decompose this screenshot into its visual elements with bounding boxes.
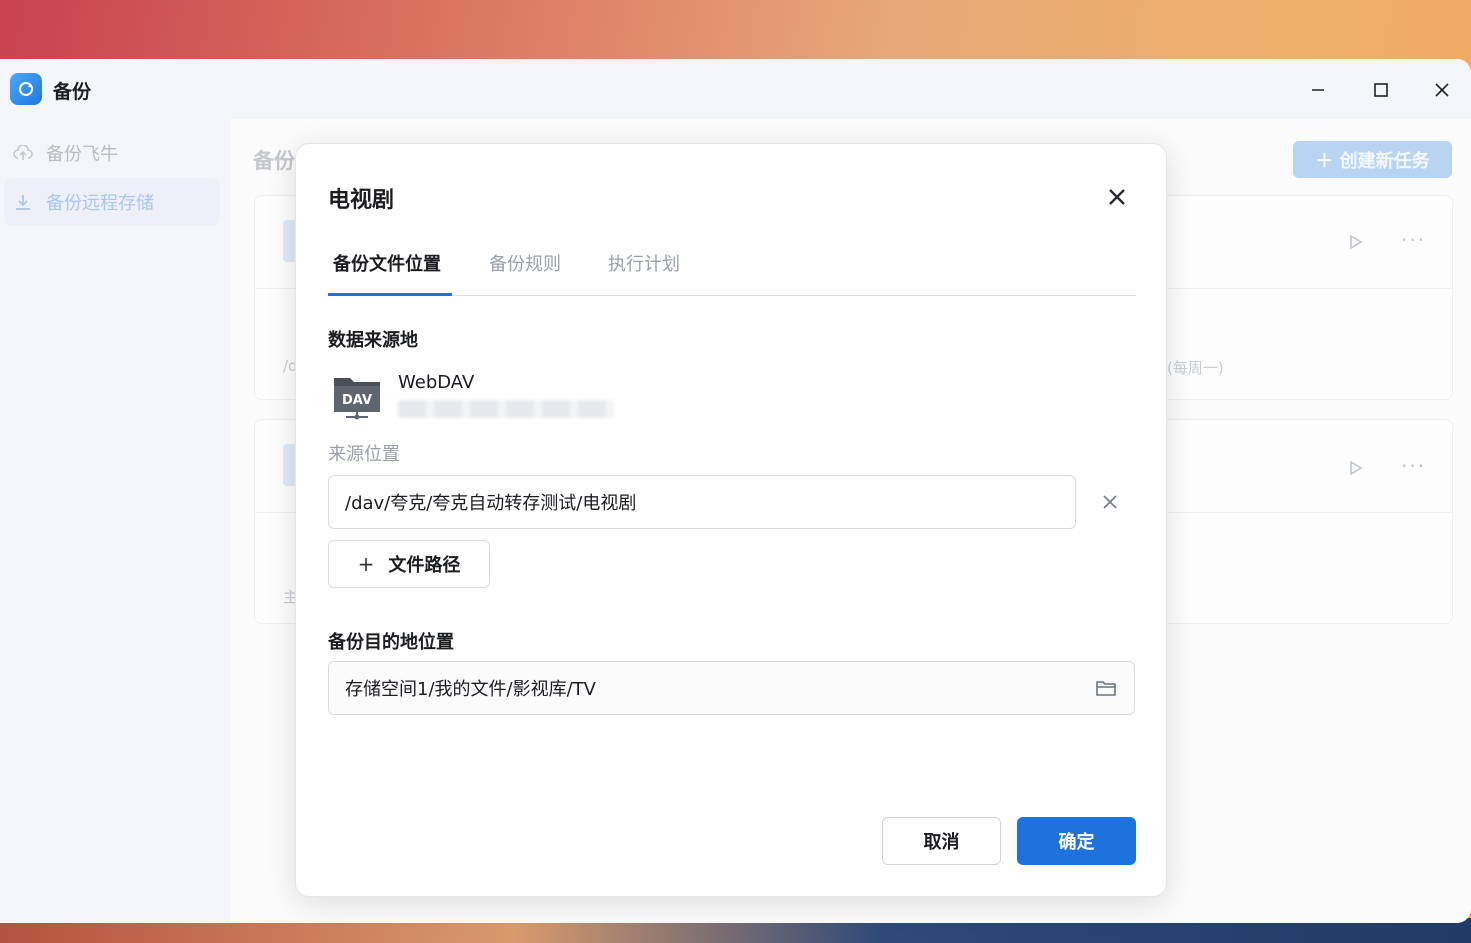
dialog-title: 电视剧 xyxy=(328,188,395,213)
tab-schedule[interactable]: 执行计划 xyxy=(608,250,680,276)
webdav-folder-icon: DAV xyxy=(334,378,380,420)
dialog-close-button[interactable] xyxy=(1102,182,1132,212)
add-path-label: 文件路径 xyxy=(388,555,461,576)
blurred-source-address xyxy=(398,400,614,418)
remove-path-button[interactable] xyxy=(1094,486,1126,518)
dialog-tabs: 备份文件位置 备份规则 执行计划 xyxy=(328,244,1136,296)
source-section-label: 数据来源地 xyxy=(328,330,418,351)
source-path-value: /dav/夸克/夸克自动转存测试/电视剧 xyxy=(345,493,637,514)
source-path-field[interactable]: /dav/夸克/夸克自动转存测试/电视剧 xyxy=(328,475,1076,529)
close-icon xyxy=(1109,189,1125,205)
plus-icon: + xyxy=(357,552,375,576)
backup-task-dialog: 电视剧 备份文件位置 备份规则 执行计划 数据来源地 DAV WebDAV 来源… xyxy=(295,143,1167,897)
source-type-name: WebDAV xyxy=(398,372,475,393)
tab-backup-rules[interactable]: 备份规则 xyxy=(489,250,561,276)
add-file-path-button[interactable]: + 文件路径 xyxy=(328,540,490,588)
folder-icon[interactable] xyxy=(1094,676,1118,700)
active-tab-indicator xyxy=(328,293,452,296)
source-location-label: 来源位置 xyxy=(328,444,400,465)
cancel-button[interactable]: 取消 xyxy=(882,817,1001,865)
tab-file-location[interactable]: 备份文件位置 xyxy=(333,250,441,276)
close-icon xyxy=(1103,495,1117,509)
destination-path-value: 存储空间1/我的文件/影视库/TV xyxy=(345,679,596,700)
confirm-button[interactable]: 确定 xyxy=(1017,817,1136,865)
svg-text:DAV: DAV xyxy=(342,393,372,408)
modal-overlay: 电视剧 备份文件位置 备份规则 执行计划 数据来源地 DAV WebDAV 来源… xyxy=(0,0,1471,943)
destination-path-field[interactable]: 存储空间1/我的文件/影视库/TV xyxy=(328,661,1135,715)
destination-section-label: 备份目的地位置 xyxy=(328,632,454,653)
